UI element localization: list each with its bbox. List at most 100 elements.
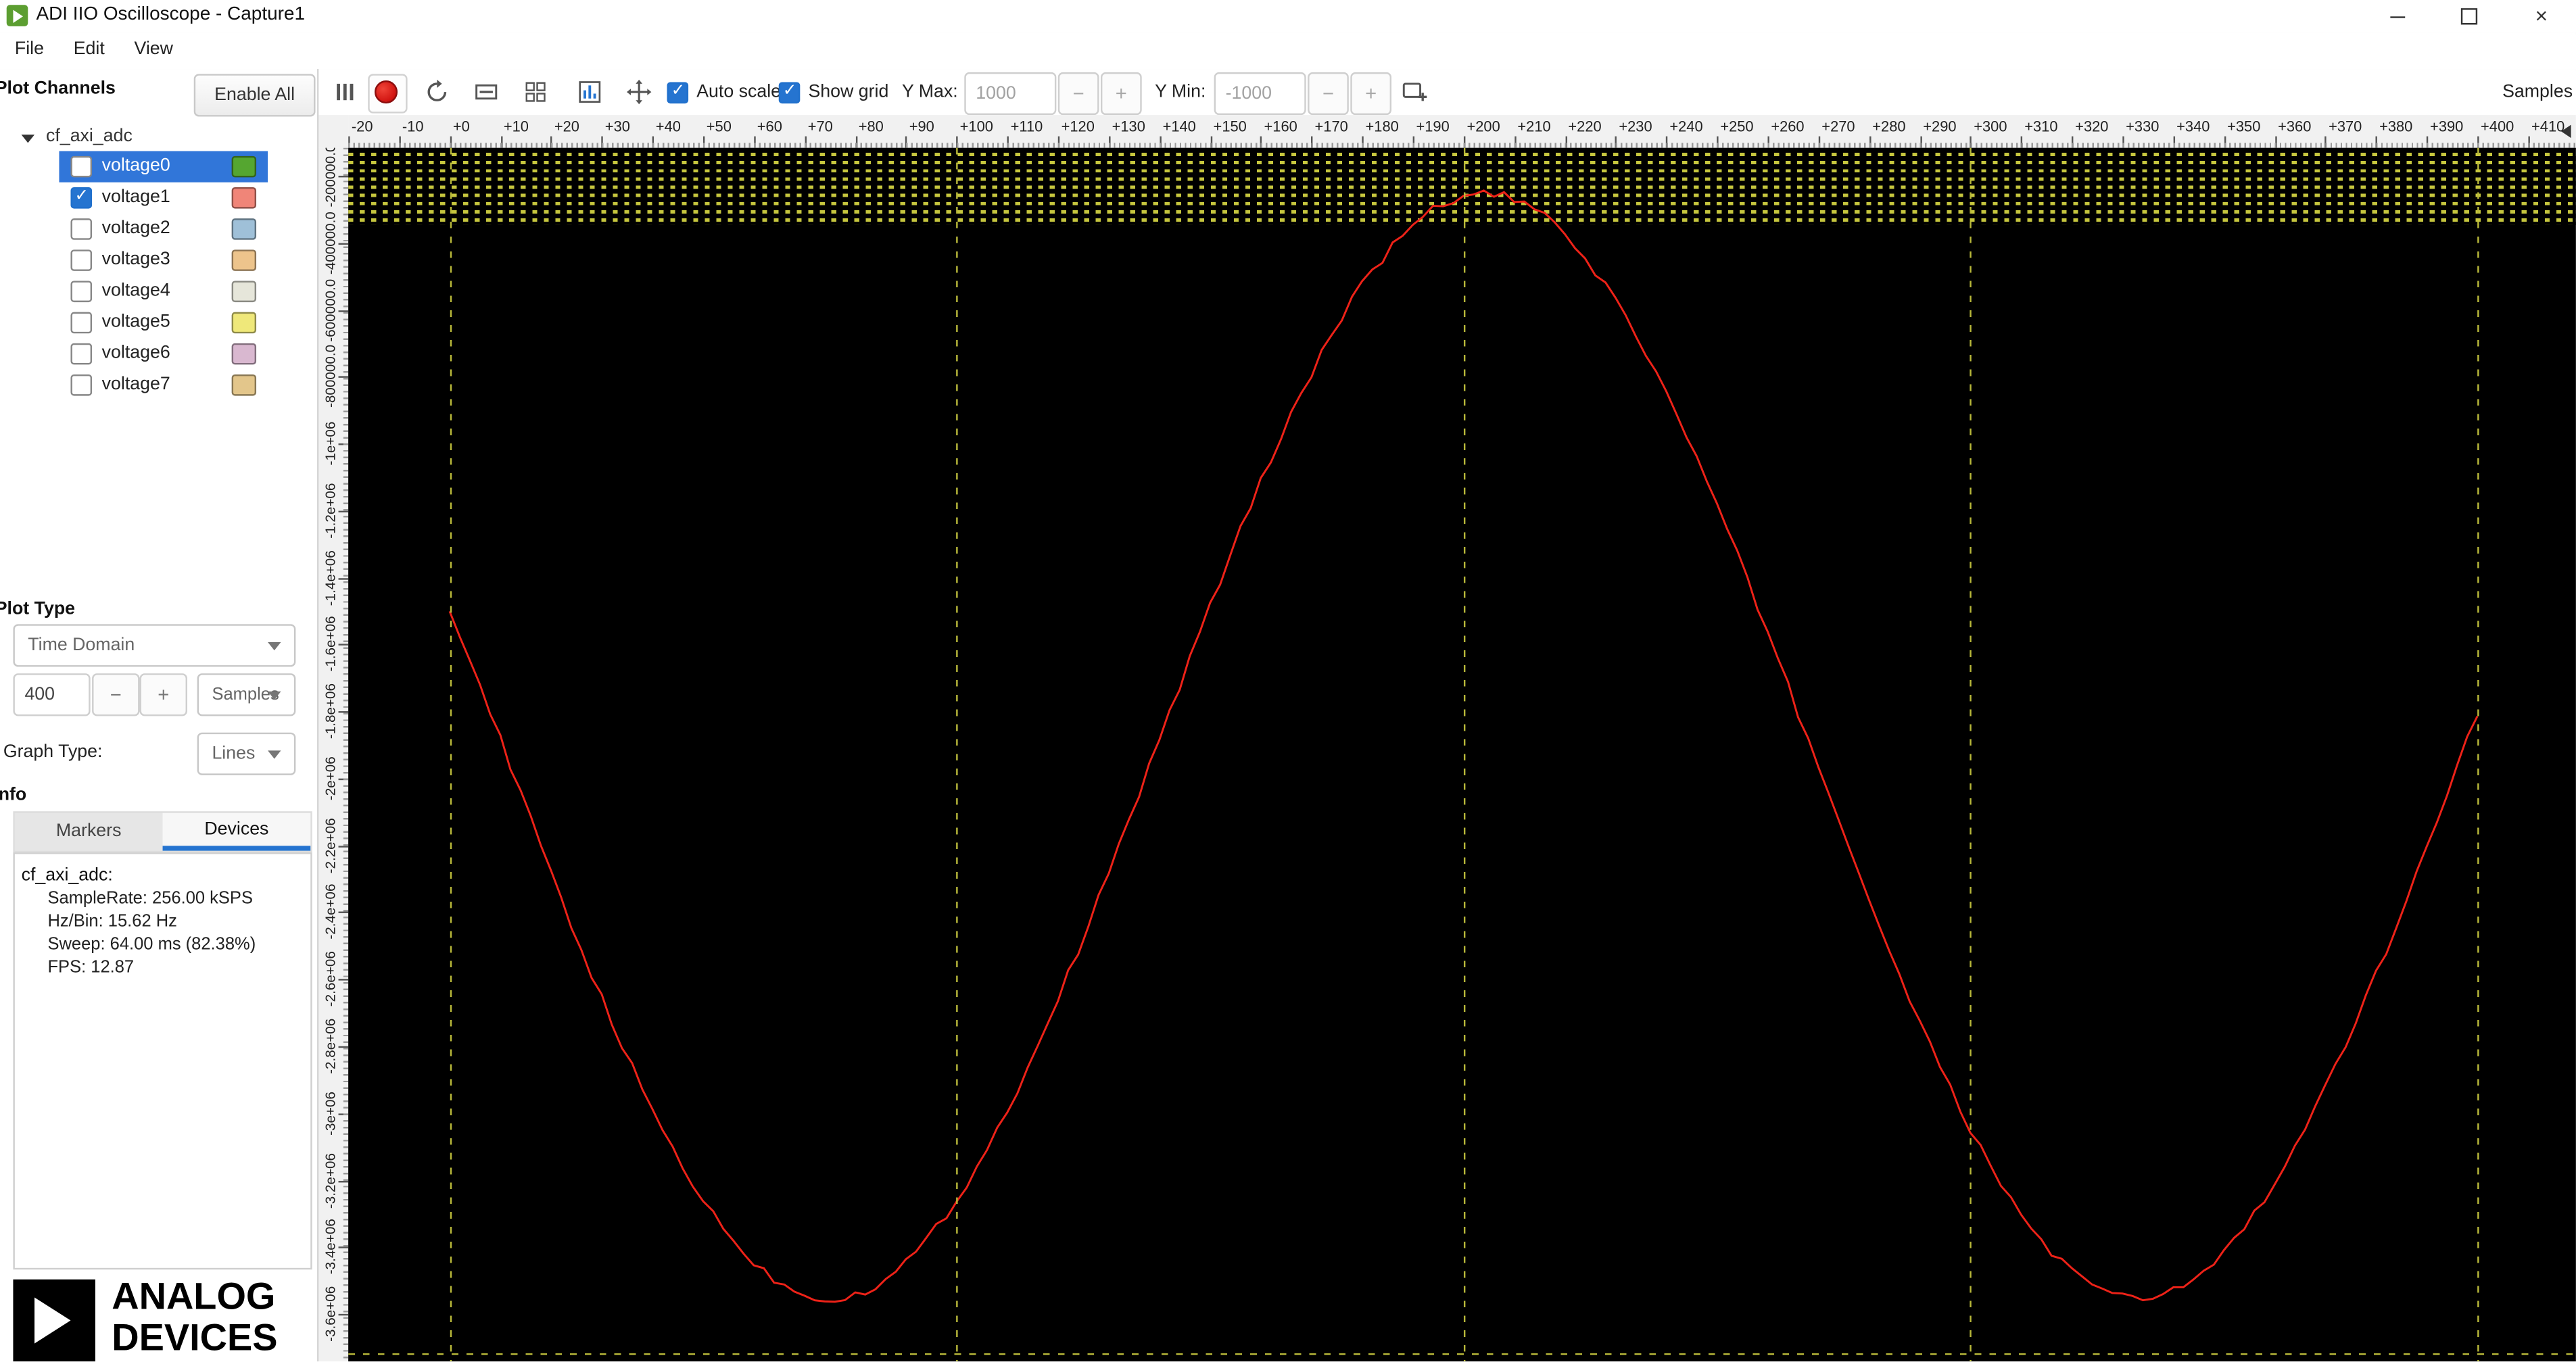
enable-all-button[interactable]: Enable All [193, 74, 316, 117]
y-tick-mark [338, 1113, 349, 1115]
tab-markers[interactable]: Markers [14, 812, 163, 851]
sample-count-increment-button[interactable]: + [139, 673, 187, 716]
tab-devices[interactable]: Devices [162, 812, 311, 851]
channel-checkbox-voltage1[interactable] [70, 187, 93, 209]
new-plot-icon[interactable] [1402, 79, 1428, 105]
menu-file[interactable]: File [0, 33, 59, 66]
channel-color-swatch[interactable] [231, 374, 257, 396]
sample-count-decrement-button[interactable]: − [92, 673, 140, 716]
channel-checkbox-voltage0[interactable] [70, 155, 93, 178]
panel-toggle-icon[interactable] [332, 79, 358, 105]
y-min-increment-button[interactable]: + [1350, 72, 1392, 116]
plot-channels-label: Plot Channels [0, 78, 116, 99]
plot-type-value: Time Domain [28, 635, 135, 656]
channel-color-swatch[interactable] [231, 249, 257, 271]
record-capture-button[interactable] [368, 74, 408, 114]
x-tick-label: +260 [1771, 118, 1805, 135]
y-max-decrement-button[interactable]: − [1057, 72, 1099, 116]
x-tick-label: +390 [2430, 118, 2464, 135]
maximize-button[interactable] [2435, 0, 2504, 33]
channel-color-swatch[interactable] [231, 155, 257, 178]
channel-checkbox-voltage6[interactable] [70, 343, 93, 365]
auto-scale-checkbox[interactable] [667, 82, 689, 104]
channel-row-voltage1[interactable]: voltage1 [0, 183, 317, 214]
plot-canvas[interactable] [348, 147, 2576, 1362]
channel-row-voltage3[interactable]: voltage3 [0, 245, 317, 276]
graph-type-dropdown[interactable]: Lines [197, 732, 296, 775]
sample-unit-value: Samples [212, 685, 279, 705]
minimize-button[interactable] [2362, 0, 2431, 33]
plot-type-dropdown[interactable]: Time Domain [13, 624, 296, 667]
x-tick-label: +190 [1416, 118, 1450, 135]
channel-color-swatch[interactable] [231, 281, 257, 303]
device-tree-header[interactable]: cf_axi_adc [0, 125, 317, 153]
channel-row-voltage0[interactable]: voltage0 [0, 151, 317, 183]
channel-checkbox-voltage3[interactable] [70, 249, 93, 271]
x-tick-label: +380 [2379, 118, 2413, 135]
plot-type-label: Plot Type [0, 599, 76, 620]
x-tick-mark [2072, 136, 2074, 148]
channel-checkbox-voltage4[interactable] [70, 281, 93, 303]
sample-unit-dropdown[interactable]: Samples [197, 673, 296, 716]
x-tick-label: +290 [1923, 118, 1957, 135]
x-tick-label: +410 [2531, 118, 2565, 135]
x-tick-label: +80 [858, 118, 884, 135]
x-tick-mark [2021, 136, 2023, 148]
channel-checkbox-voltage7[interactable] [70, 374, 93, 396]
channel-color-swatch[interactable] [231, 312, 257, 334]
right-samples-label: Samples [2502, 82, 2573, 102]
x-tick-mark [2477, 136, 2479, 148]
y-min-decrement-button[interactable]: − [1308, 72, 1349, 116]
adi-triangle-icon [13, 1279, 95, 1362]
channel-color-swatch[interactable] [231, 218, 257, 240]
x-tick-label: +60 [757, 118, 782, 135]
channel-checkbox-voltage5[interactable] [70, 312, 93, 334]
app-window: ADI IIO Oscilloscope - Capture1 × File Ed… [0, 0, 2576, 1362]
x-tick-mark [1615, 136, 1617, 148]
channel-label: voltage0 [101, 155, 170, 176]
channel-row-voltage2[interactable]: voltage2 [0, 214, 317, 245]
show-grid-checkbox[interactable] [778, 82, 801, 104]
display-line-icon[interactable] [473, 79, 500, 105]
y-tick-mark [338, 376, 349, 379]
x-axis-ruler: -20 -10 +0 +10 +20 +30 +40 +50 +60 +70 +80 +90 +100 +… [348, 115, 2576, 148]
channel-row-voltage7[interactable]: voltage7 [0, 370, 317, 401]
x-tick-mark [1767, 136, 1769, 148]
tree-expander-icon[interactable] [21, 135, 35, 143]
y-min-input[interactable]: -1000 [1214, 72, 1306, 116]
channel-color-swatch[interactable] [231, 343, 257, 365]
sample-count-input[interactable]: 400 [13, 673, 91, 716]
channel-row-voltage6[interactable]: voltage6 [0, 339, 317, 370]
close-button[interactable]: × [2507, 0, 2576, 33]
vertical-gridline [1970, 147, 1972, 1362]
channel-checkbox-voltage2[interactable] [70, 218, 93, 240]
y-tick-label: -200000.0 [322, 147, 339, 208]
y-max-increment-button[interactable]: + [1100, 72, 1142, 116]
x-tick-mark [956, 136, 959, 148]
x-tick-mark [1717, 136, 1719, 148]
x-tick-label: +360 [2278, 118, 2312, 135]
channel-row-voltage4[interactable]: voltage4 [0, 276, 317, 307]
move-icon[interactable] [626, 79, 652, 105]
x-tick-label: +320 [2075, 118, 2109, 135]
y-tick-label: -3.6e+06 [322, 1286, 339, 1342]
x-tick-mark [1057, 136, 1060, 148]
channel-color-swatch[interactable] [231, 187, 257, 209]
auto-scale-label: Auto scale [696, 82, 782, 102]
y-max-input[interactable]: 1000 [964, 72, 1057, 116]
x-tick-label: +280 [1872, 118, 1906, 135]
plot-region: -20 -10 +0 +10 +20 +30 +40 +50 +60 +70 +80 +90 +100 +… [316, 115, 2576, 1362]
y-tick-mark [338, 845, 349, 848]
channel-row-voltage5[interactable]: voltage5 [0, 307, 317, 338]
x-tick-label: -10 [402, 118, 424, 135]
channel-label: voltage6 [101, 343, 170, 363]
x-tick-mark [1869, 136, 1871, 148]
restart-icon[interactable] [424, 79, 450, 105]
menu-edit[interactable]: Edit [59, 33, 120, 66]
y-tick-mark [338, 1246, 349, 1249]
grid-blocks-icon[interactable] [523, 79, 549, 105]
chart-measure-icon[interactable] [577, 79, 603, 105]
y-tick-label: -3.4e+06 [322, 1219, 339, 1275]
device-info-line: Hz/Bin: 15.62 Hz [47, 911, 177, 931]
menu-view[interactable]: View [120, 33, 188, 66]
